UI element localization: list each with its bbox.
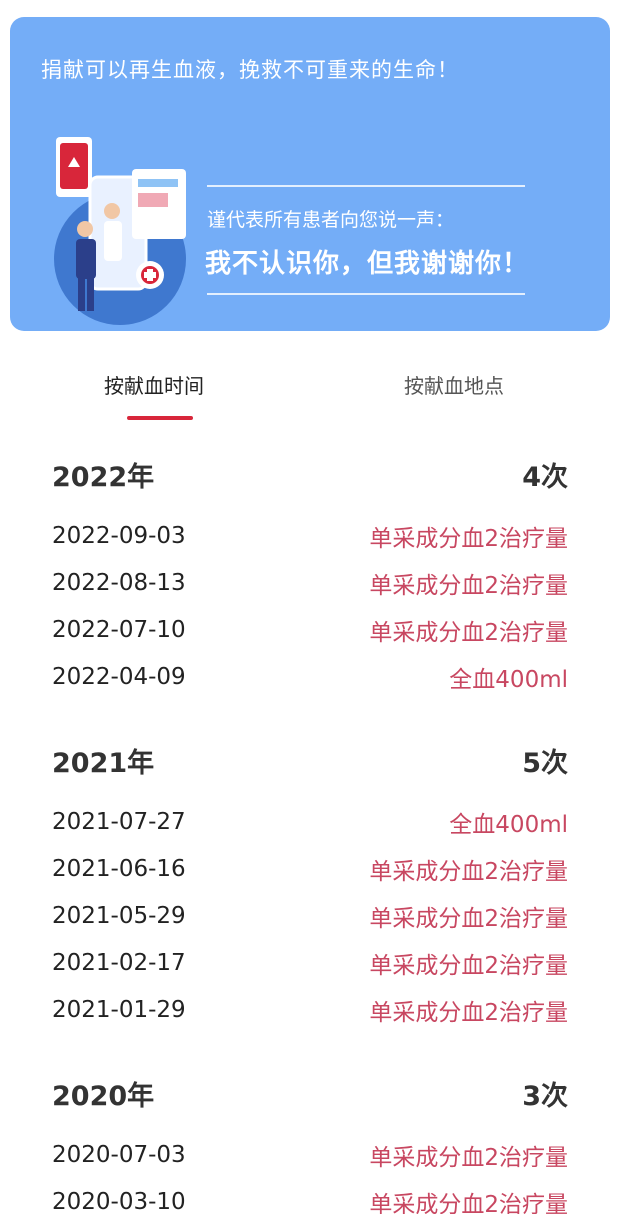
record-type: 全血400ml [449, 811, 568, 838]
tab-bar: 按献血时间 按献血地点 [0, 360, 618, 430]
record-type: 单采成分血2治疗量 [369, 999, 568, 1026]
year-group: 2021年 5次 2021-07-27 全血400ml 2021-06-16 单… [52, 732, 568, 1033]
record-row[interactable]: 2021-02-17 单采成分血2治疗量 [52, 939, 568, 986]
banner-slogan: 捐献可以再生血液，挽救不可重来的生命！ [41, 58, 459, 82]
record-type: 单采成分血2治疗量 [369, 619, 568, 646]
divider-bottom [207, 293, 525, 295]
record-row[interactable]: 2021-07-27 全血400ml [52, 798, 568, 845]
record-date: 2020-03-10 [52, 1188, 186, 1214]
active-tab-indicator [127, 416, 193, 420]
year-header: 2020年 3次 [52, 1065, 568, 1121]
year-header: 2021年 5次 [52, 732, 568, 788]
record-date: 2021-07-27 [52, 808, 186, 835]
record-type: 单采成分血2治疗量 [369, 1191, 568, 1214]
record-row[interactable]: 2020-03-10 单采成分血2治疗量 [52, 1178, 568, 1214]
tab-by-location[interactable]: 按献血地点 [404, 370, 504, 399]
year-label: 2022年 [52, 461, 155, 493]
year-count: 5次 [522, 747, 568, 779]
record-row[interactable]: 2021-06-16 单采成分血2治疗量 [52, 845, 568, 892]
divider-top [207, 185, 525, 187]
record-row[interactable]: 2022-07-10 单采成分血2治疗量 [52, 606, 568, 653]
record-date: 2021-02-17 [52, 949, 186, 976]
record-date: 2021-05-29 [52, 902, 186, 929]
record-date: 2021-06-16 [52, 855, 186, 882]
record-date: 2020-07-03 [52, 1141, 186, 1168]
record-date: 2021-01-29 [52, 996, 186, 1023]
year-count: 3次 [522, 1080, 568, 1112]
record-type: 单采成分血2治疗量 [369, 1144, 568, 1171]
record-date: 2022-09-03 [52, 522, 186, 549]
tab-by-time[interactable]: 按献血时间 [104, 370, 204, 399]
record-type: 单采成分血2治疗量 [369, 572, 568, 599]
record-type: 单采成分血2治疗量 [369, 952, 568, 979]
record-row[interactable]: 2021-01-29 单采成分血2治疗量 [52, 986, 568, 1033]
record-type: 单采成分血2治疗量 [369, 905, 568, 932]
thanks-subtitle: 谨代表所有患者向您说一声： [207, 209, 455, 231]
record-row[interactable]: 2020-07-03 单采成分血2治疗量 [52, 1131, 568, 1178]
banner: 捐献可以再生血液，挽救不可重来的生命！ 谨代表所有患者向您说一声： 我不认识你，… [10, 17, 610, 331]
year-label: 2020年 [52, 1080, 155, 1112]
record-row[interactable]: 2022-09-03 单采成分血2治疗量 [52, 512, 568, 559]
year-header: 2022年 4次 [52, 446, 568, 502]
year-count: 4次 [522, 461, 568, 493]
year-group: 2020年 3次 2020-07-03 单采成分血2治疗量 2020-03-10… [52, 1065, 568, 1214]
record-date: 2022-07-10 [52, 616, 186, 643]
blood-donation-illustration [54, 137, 186, 325]
record-row[interactable]: 2021-05-29 单采成分血2治疗量 [52, 892, 568, 939]
record-date: 2022-04-09 [52, 663, 186, 690]
year-label: 2021年 [52, 747, 155, 779]
record-type: 单采成分血2治疗量 [369, 525, 568, 552]
record-type: 全血400ml [449, 666, 568, 693]
record-row[interactable]: 2022-04-09 全血400ml [52, 653, 568, 700]
record-row[interactable]: 2022-08-13 单采成分血2治疗量 [52, 559, 568, 606]
record-date: 2022-08-13 [52, 569, 186, 596]
year-group: 2022年 4次 2022-09-03 单采成分血2治疗量 2022-08-13… [52, 446, 568, 700]
record-type: 单采成分血2治疗量 [369, 858, 568, 885]
donation-records: 2022年 4次 2022-09-03 单采成分血2治疗量 2022-08-13… [52, 446, 568, 1214]
thanks-headline: 我不认识你，但我谢谢你！ [205, 249, 530, 279]
